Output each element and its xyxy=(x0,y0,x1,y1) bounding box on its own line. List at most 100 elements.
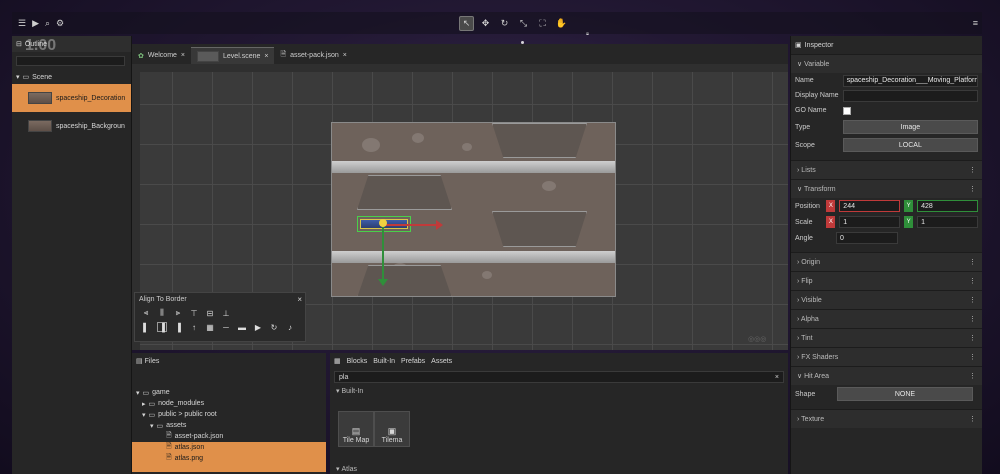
angle-input[interactable]: 0 xyxy=(836,232,898,244)
more-vertical-icon[interactable]: ⋮ xyxy=(969,353,976,361)
file-row[interactable]: ▸ ▭ node_modules xyxy=(132,398,326,409)
more-vertical-icon[interactable]: ⋮ xyxy=(969,258,976,266)
align-right-icon[interactable]: ⫸ xyxy=(173,308,183,318)
tint-section-header[interactable]: › Tint ⋮ xyxy=(791,328,982,347)
search-icon[interactable]: ⌕ xyxy=(45,18,50,29)
close-icon[interactable]: × xyxy=(264,53,268,60)
hit-area-section-header[interactable]: ∨ Hit Area ⋮ xyxy=(791,366,982,385)
level-image[interactable] xyxy=(331,122,616,297)
rotate-icon[interactable]: ↻ xyxy=(497,16,512,31)
grid-icon[interactable]: ▦ xyxy=(205,322,215,332)
outline-search-input[interactable] xyxy=(16,56,125,66)
gizmo-y-axis[interactable] xyxy=(382,224,384,281)
line-thick-icon[interactable]: ▬ xyxy=(237,322,247,332)
fx-shaders-section-header[interactable]: › FX Shaders ⋮ xyxy=(791,347,982,366)
chevron-down-icon[interactable]: ▾ xyxy=(150,422,154,430)
file-row[interactable]: 🗎 asset-pack.json xyxy=(132,431,326,442)
resize-icon[interactable]: ⛶ xyxy=(535,16,550,31)
close-icon[interactable]: × xyxy=(343,52,347,59)
more-vertical-icon[interactable]: ⋮ xyxy=(969,277,976,285)
origin-section-header[interactable]: › Origin ⋮ xyxy=(791,252,982,271)
tab-assets[interactable]: Assets xyxy=(431,358,452,365)
display-name-input[interactable] xyxy=(842,89,978,102)
more-vertical-icon[interactable]: ⋮ xyxy=(969,296,976,304)
play-icon[interactable]: ▶ xyxy=(253,322,263,332)
scale-y-input[interactable]: 1 xyxy=(917,216,978,228)
align-left-icon[interactable]: ⫷ xyxy=(141,308,151,318)
settings-icon[interactable]: ⚙ xyxy=(56,18,64,29)
gizmo-x-axis[interactable] xyxy=(383,224,441,226)
alpha-section-header[interactable]: › Alpha ⋮ xyxy=(791,309,982,328)
block-card-tilemap-layer[interactable]: ▣ Tilema xyxy=(374,411,410,447)
shape-button[interactable]: NONE xyxy=(837,387,973,401)
border-left-icon[interactable]: ▌ xyxy=(141,322,151,332)
border-right-icon[interactable]: ▐ xyxy=(173,322,183,332)
arrow-down-icon[interactable] xyxy=(378,279,388,286)
close-icon[interactable]: × xyxy=(297,295,302,304)
scale-icon[interactable]: ⤡ xyxy=(516,16,531,31)
name-input[interactable]: spaceship_Decoration___Moving_Platforms xyxy=(842,74,978,87)
block-card-tilemap[interactable]: ▤ Tile Map xyxy=(338,411,374,447)
position-x-input[interactable]: 244 xyxy=(839,200,901,212)
tab-built-in[interactable]: Built-In xyxy=(373,358,395,365)
tab-prefabs[interactable]: Prefabs xyxy=(401,358,425,365)
tab-welcome[interactable]: ✿ Welcome × xyxy=(132,47,191,64)
align-center-h-icon[interactable]: ⫼ xyxy=(157,308,167,318)
flip-section-header[interactable]: › Flip ⋮ xyxy=(791,271,982,290)
tab-level-scene[interactable]: Level.scene × xyxy=(191,47,275,64)
hamburger-icon[interactable]: ≡ xyxy=(973,18,978,28)
more-vertical-icon[interactable]: ⋮ xyxy=(969,166,976,174)
tab-blocks[interactable]: Blocks xyxy=(347,358,368,365)
file-row[interactable]: ▾ ▭ public > public root xyxy=(132,409,326,420)
close-icon[interactable]: × xyxy=(181,52,185,59)
close-icon[interactable]: × xyxy=(775,374,779,381)
gizmo-origin-handle[interactable] xyxy=(379,219,387,227)
border-center-icon[interactable]: ▐ xyxy=(157,322,167,332)
builtin-section-header[interactable]: ▾ Built-In xyxy=(330,385,788,397)
more-vertical-icon[interactable]: ⋮ xyxy=(969,334,976,342)
type-button[interactable]: Image xyxy=(842,120,978,134)
pan-icon[interactable]: ✋ xyxy=(554,16,569,31)
chevron-down-icon[interactable]: ▾ xyxy=(16,73,20,81)
blocks-search-input[interactable]: pla × xyxy=(334,371,784,383)
align-middle-icon[interactable]: ⊟ xyxy=(205,308,215,318)
chevron-down-icon[interactable]: ▾ xyxy=(142,411,146,419)
more-vertical-icon[interactable]: ⋮ xyxy=(969,372,976,380)
scene-corner-controls[interactable]: ◎◎◎ xyxy=(748,335,766,343)
translate-icon[interactable]: ✥ xyxy=(478,16,493,31)
file-row[interactable]: ▾ ▭ assets xyxy=(132,420,326,431)
file-row[interactable]: 🗎 atlas.json xyxy=(132,442,326,453)
outline-item[interactable]: spaceship_Decoration xyxy=(12,84,131,112)
more-vertical-icon[interactable]: ⋮ xyxy=(969,415,976,423)
file-row[interactable]: ▾ ▭ game xyxy=(132,387,326,398)
select-tool-icon[interactable]: ↖ xyxy=(459,15,474,31)
sound-icon[interactable]: ♪ xyxy=(285,322,295,332)
atlas-section-header[interactable]: ▾ Atlas xyxy=(330,463,357,474)
position-y-input[interactable]: 428 xyxy=(917,200,978,212)
visible-section-header[interactable]: › Visible ⋮ xyxy=(791,290,982,309)
arrow-right-icon[interactable] xyxy=(436,220,443,230)
refresh-icon[interactable]: ↻ xyxy=(269,322,279,332)
chevron-down-icon[interactable]: ▾ xyxy=(136,389,140,397)
more-vertical-icon[interactable]: ⋮ xyxy=(969,185,976,193)
go-name-checkbox[interactable] xyxy=(843,106,851,115)
scale-x-input[interactable]: 1 xyxy=(839,216,901,228)
align-bottom-icon[interactable]: ⊥ xyxy=(221,308,231,318)
scope-button[interactable]: LOCAL xyxy=(842,138,978,152)
align-top-icon[interactable]: ⊤ xyxy=(189,308,199,318)
variable-section-header[interactable]: ∨ Variable xyxy=(791,54,982,73)
more-vertical-icon[interactable]: ⋮ xyxy=(969,315,976,323)
border-up-icon[interactable]: ↑ xyxy=(189,322,199,332)
line-icon[interactable]: ─ xyxy=(221,322,231,332)
transform-section-header[interactable]: ∨ Transform ⋮ xyxy=(791,179,982,198)
file-row[interactable]: 🗎 atlas.png xyxy=(132,453,326,464)
chevron-right-icon[interactable]: ▸ xyxy=(142,400,146,408)
lists-section-header[interactable]: › Lists ⋮ xyxy=(791,160,982,179)
menu-icon[interactable]: ☰ xyxy=(18,18,26,29)
file-row[interactable] xyxy=(132,464,326,472)
play-icon[interactable]: ▶ xyxy=(32,18,39,29)
tab-asset-pack[interactable]: 🗎 asset-pack.json × xyxy=(274,47,352,64)
texture-section-header[interactable]: › Texture ⋮ xyxy=(791,409,982,428)
outline-item[interactable]: spaceship_Backgroun xyxy=(12,112,131,140)
scene-node[interactable]: ▾ ▭ Scene xyxy=(12,70,131,84)
